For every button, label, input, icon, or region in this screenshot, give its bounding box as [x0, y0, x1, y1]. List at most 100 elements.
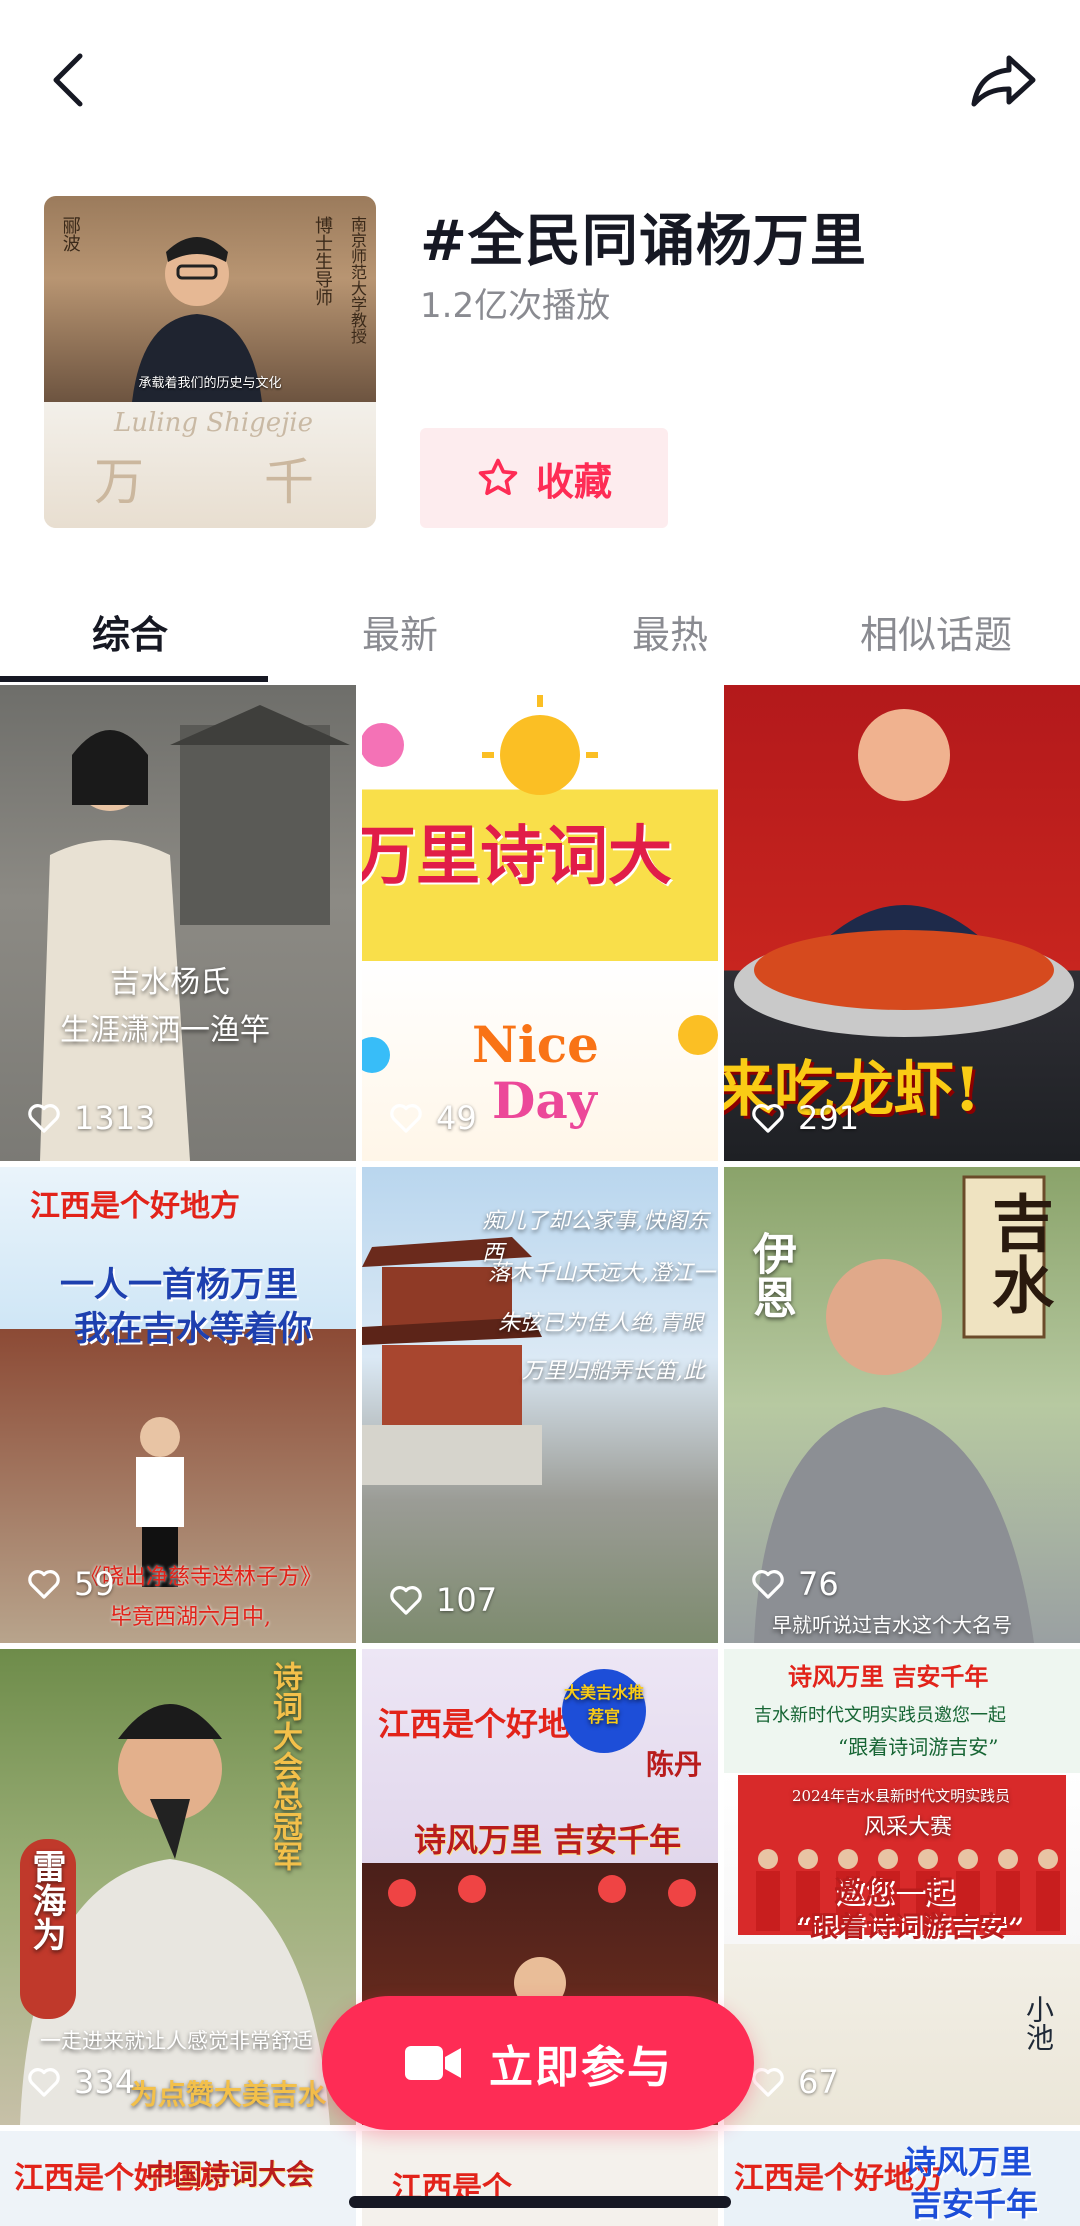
- video-tile[interactable]: 江西是个好地方 诗风万里 吉安千年: [724, 2131, 1080, 2226]
- favorite-button[interactable]: 收藏: [420, 428, 668, 528]
- video-caption: 吉水: [981, 1191, 1054, 1315]
- cover-caption: 承载着我们的历史与文化: [138, 376, 282, 391]
- video-caption: Day: [492, 1071, 597, 1130]
- video-tile[interactable]: 来吃龙虾! 291: [724, 685, 1080, 1161]
- like-count: 76: [750, 1565, 839, 1603]
- cover-photo: 郦波 博士生导师 南京师范大学教授 承载着我们的历史与文化: [44, 196, 376, 402]
- back-button[interactable]: [38, 50, 98, 110]
- heart-icon: [28, 1104, 60, 1133]
- video-tile[interactable]: 江西是个好地方 中国诗词大会: [0, 2131, 356, 2226]
- like-count-text: 59: [74, 1565, 115, 1603]
- heart-icon: [752, 2068, 784, 2097]
- like-count: 49: [388, 1099, 477, 1137]
- like-count-text: 76: [798, 1565, 839, 1603]
- video-caption: 万里诗词大: [362, 819, 672, 894]
- video-caption: 诗风万里 吉安千年: [414, 1821, 682, 1859]
- video-grid: 吉水杨氏 生涯潇洒一渔竿 1313 万里诗词大 Nice Day 49 来吃龙虾…: [0, 685, 1080, 2226]
- video-caption: 诗风万里 吉安千年: [788, 1662, 989, 1691]
- cover-art: Luling Shigejie 万 千: [44, 402, 376, 528]
- video-caption: “跟着诗词游吉安”: [794, 1910, 1023, 1943]
- like-count: 291: [750, 1099, 859, 1137]
- participate-button[interactable]: 立即参与: [322, 1996, 754, 2130]
- tab-bar: 综合 最新 最热 相似话题: [0, 580, 1080, 684]
- like-count-text: 291: [798, 1099, 860, 1137]
- cover-desc-text-1: 博士生导师: [312, 216, 333, 306]
- video-caption: 吉安千年: [910, 2185, 1039, 2223]
- tab-similar-topics[interactable]: 相似话题: [860, 604, 1012, 659]
- video-caption: 中国诗词大会: [146, 2158, 315, 2191]
- video-caption: 风采大赛: [864, 1815, 953, 1840]
- video-caption: 生涯潇洒一渔竿: [60, 1013, 270, 1048]
- chevron-left-icon: [53, 53, 83, 107]
- participate-label: 立即参与: [489, 2042, 673, 2093]
- video-caption: 吉水新时代文明实践员邀您一起: [754, 1705, 1006, 1726]
- video-thumbnail-art: [40, 705, 350, 1161]
- cover-art-title: Luling Shigejie: [114, 408, 313, 438]
- video-caption: 江西是个好地方: [30, 1189, 240, 1224]
- video-caption: 伊恩: [745, 1231, 796, 1319]
- heart-icon: [390, 1586, 422, 1615]
- like-count: 59: [26, 1565, 115, 1603]
- like-count-text: 1313: [74, 1099, 156, 1137]
- video-caption: 大美吉水推荐官: [563, 1683, 644, 1726]
- video-tile[interactable]: 伊恩 吉水 早就听说过吉水这个大名号 76: [724, 1167, 1080, 1643]
- video-caption: 我在吉水等着你: [74, 1309, 312, 1349]
- video-caption: 《晓出净慈寺送林子方》: [80, 1565, 323, 1590]
- like-count: 107: [388, 1581, 497, 1619]
- like-count-text: 107: [436, 1581, 498, 1619]
- video-caption: 小池: [1022, 1995, 1055, 2051]
- video-tile[interactable]: 雷海为 诗词大会总冠军 一走进来就让人感觉非常舒适 为点赞大美吉水 334: [0, 1649, 356, 2125]
- video-tile[interactable]: 江西是个好地方 一人一首杨万里 我在吉水等着你 《晓出净慈寺送林子方》 毕竟西湖…: [0, 1167, 356, 1643]
- video-caption: 一人一首杨万里: [60, 1265, 298, 1305]
- like-count-text: 67: [798, 2063, 839, 2101]
- video-tile[interactable]: 痴儿了却公家事,快阁东西 落木千山天远大,澄江一 朱弦已为佳人绝,青眼 万里归船…: [362, 1167, 718, 1643]
- video-caption: 诗风万里: [904, 2143, 1033, 2181]
- video-caption: 雷海为: [26, 1849, 66, 1951]
- video-camera-icon: [405, 2046, 461, 2080]
- video-caption: 落木千山天远大,澄江一: [488, 1261, 715, 1286]
- cover-name-text: 郦波: [59, 216, 81, 252]
- video-tile[interactable]: 江西是个: [362, 2131, 718, 2226]
- heart-icon: [752, 1104, 784, 1133]
- video-caption: 一走进来就让人感觉非常舒适: [40, 2029, 313, 2053]
- play-count: 1.2亿次播放: [420, 286, 611, 326]
- star-icon: [478, 458, 518, 496]
- tab-hottest[interactable]: 最热: [632, 604, 708, 659]
- like-count: 1313: [26, 1099, 155, 1137]
- video-caption: 陈丹: [646, 1748, 703, 1781]
- heart-icon: [28, 1570, 60, 1599]
- video-tile[interactable]: 吉水杨氏 生涯潇洒一渔竿 1313: [0, 685, 356, 1161]
- active-tab-indicator: [0, 676, 268, 682]
- cover-art-char-1: 万: [94, 453, 144, 511]
- topic-cover-image: 郦波 博士生导师 南京师范大学教授 承载着我们的历史与文化 Luling Shi…: [44, 196, 376, 528]
- cover-art-char-2: 千: [264, 453, 314, 511]
- tab-comprehensive[interactable]: 综合: [92, 604, 168, 659]
- favorite-label: 收藏: [535, 459, 612, 504]
- like-count-text: 334: [74, 2063, 136, 2101]
- video-caption: “跟着诗词游吉安”: [838, 1735, 999, 1759]
- tab-latest[interactable]: 最新: [362, 604, 438, 659]
- video-caption: 朱弦已为佳人绝,青眼: [498, 1311, 703, 1336]
- like-count: 67: [750, 2063, 839, 2101]
- share-button[interactable]: [966, 48, 1042, 112]
- cover-desc-text-2: 南京师范大学教授: [348, 216, 367, 344]
- top-bar: [0, 0, 1080, 170]
- video-caption: 早就听说过吉水这个大名号: [772, 1613, 1012, 1637]
- video-caption: Nice: [472, 1015, 599, 1074]
- video-caption: 万里归船弄长笛,此: [522, 1359, 705, 1384]
- heart-icon: [390, 1104, 422, 1133]
- video-caption: 吉水杨氏: [110, 965, 230, 1000]
- heart-icon: [752, 1570, 784, 1599]
- home-indicator[interactable]: [349, 2196, 731, 2208]
- topic-title: #全民同诵杨万里: [420, 209, 867, 274]
- video-caption: 2024年吉水县新时代文明实践员: [792, 1787, 1011, 1805]
- share-arrow-icon: [971, 55, 1036, 107]
- video-tile[interactable]: 万里诗词大 Nice Day 49: [362, 685, 718, 1161]
- video-caption: 毕竟西湖六月中,: [110, 1605, 271, 1630]
- like-count: 334: [26, 2063, 135, 2101]
- video-caption: 为点赞大美吉水: [130, 2078, 327, 2111]
- heart-icon: [28, 2068, 60, 2097]
- video-caption: 诗词大会总冠军: [267, 1661, 302, 1871]
- like-count-text: 49: [436, 1099, 477, 1137]
- video-tile[interactable]: 诗风万里 吉安千年 吉水新时代文明实践员邀您一起 “跟着诗词游吉安” 2024年…: [724, 1649, 1080, 2125]
